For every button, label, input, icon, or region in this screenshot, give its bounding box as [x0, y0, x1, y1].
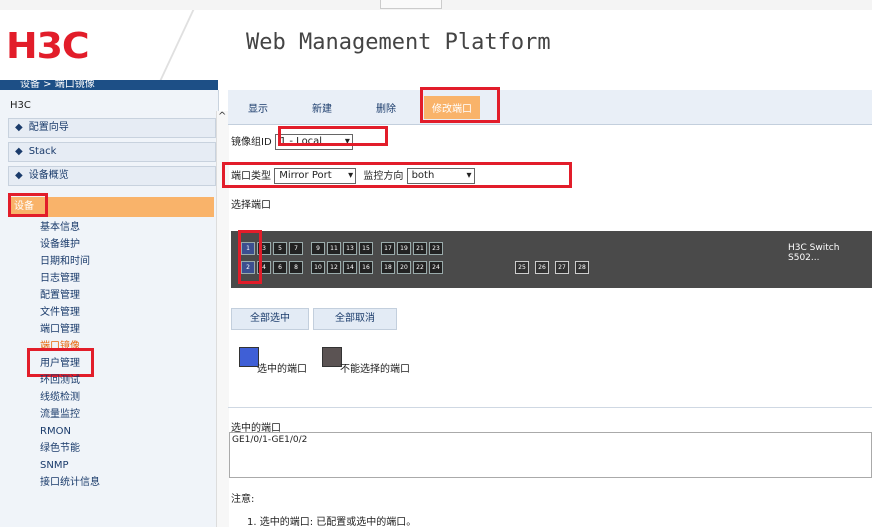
port-6[interactable]: 6 [273, 261, 287, 274]
port-24[interactable]: 24 [429, 261, 443, 274]
sidebar-item-log[interactable]: 日志管理 [40, 272, 80, 286]
mirror-group-label: 镜像组ID [231, 137, 272, 148]
sidebar-item-port[interactable]: 端口管理 [40, 323, 80, 337]
sidebar-category-overview[interactable]: ◆ 设备概览 [8, 166, 216, 186]
port-12[interactable]: 12 [327, 261, 341, 274]
sidebar-item-config[interactable]: 配置管理 [40, 289, 80, 303]
port-26[interactable]: 26 [535, 261, 549, 274]
section-divider [228, 407, 872, 408]
highlight-selected-ports [238, 230, 262, 284]
sidebar-root[interactable]: H3C [10, 100, 31, 111]
port-23[interactable]: 23 [429, 242, 443, 255]
legend-unavailable-label: 不能选择的端口 [340, 364, 410, 375]
port-28[interactable]: 28 [575, 261, 589, 274]
highlight-modify-port-tab [420, 87, 500, 123]
diamond-icon: ◆ [15, 170, 23, 181]
port-13[interactable]: 13 [343, 242, 357, 255]
highlight-device-category [8, 193, 48, 217]
legend-selected-swatch [239, 347, 259, 367]
top-strip-segment [380, 0, 442, 9]
tab-bar: 显示 新建 删除 修改端口 [228, 90, 872, 125]
port-11[interactable]: 11 [327, 242, 341, 255]
port-17[interactable]: 17 [381, 242, 395, 255]
sidebar-item-cable[interactable]: 线缆检测 [40, 391, 80, 405]
select-all-button[interactable]: 全部选中 [231, 308, 309, 330]
sidebar-item-basic-info[interactable]: 基本信息 [40, 221, 80, 235]
sidebar-item-device-maintenance[interactable]: 设备维护 [40, 238, 80, 252]
sidebar-item-traffic[interactable]: 流量监控 [40, 408, 80, 422]
port-8[interactable]: 8 [289, 261, 303, 274]
sidebar-item-date-time[interactable]: 日期和时间 [40, 255, 90, 269]
tab-delete[interactable]: 删除 [376, 100, 396, 115]
h3c-logo: H3C [6, 26, 90, 67]
highlight-port-type-row [222, 162, 572, 188]
port-14[interactable]: 14 [343, 261, 357, 274]
legend-unavailable-swatch [322, 347, 342, 367]
switch-panel: 1 3 5 7 9 11 13 15 17 19 21 23 2 4 6 8 10 12 14 16 18 20 22 24… [231, 231, 872, 288]
tab-new[interactable]: 新建 [312, 100, 332, 115]
sidebar-item-file[interactable]: 文件管理 [40, 306, 80, 320]
highlight-mirror-group [278, 126, 388, 146]
port-19[interactable]: 19 [397, 242, 411, 255]
selected-ports-field[interactable]: GE1/0/1-GE1/0/2 [229, 432, 872, 478]
deselect-all-button[interactable]: 全部取消 [313, 308, 397, 330]
sidebar-category-stack[interactable]: ◆ Stack [8, 142, 216, 162]
port-10[interactable]: 10 [311, 261, 325, 274]
port-20[interactable]: 20 [397, 261, 411, 274]
select-port-label: 选择端口 [231, 200, 271, 211]
port-21[interactable]: 21 [413, 242, 427, 255]
port-22[interactable]: 22 [413, 261, 427, 274]
sidebar-item-green[interactable]: 绿色节能 [40, 442, 80, 456]
port-15[interactable]: 15 [359, 242, 373, 255]
diamond-icon: ◆ [15, 146, 23, 157]
port-25[interactable]: 25 [515, 261, 529, 274]
sidebar-category-wizard[interactable]: ◆ 配置向导 [8, 118, 216, 138]
tab-display[interactable]: 显示 [248, 100, 268, 115]
port-18[interactable]: 18 [381, 261, 395, 274]
port-16[interactable]: 16 [359, 261, 373, 274]
switch-model-label: H3C Switch S502... [788, 243, 840, 263]
port-5[interactable]: 5 [273, 242, 287, 255]
platform-title: Web Management Platform [246, 30, 551, 55]
notes-item: 1. 选中的端口: 已配置或选中的端口。 [247, 517, 417, 528]
sidebar-item-user[interactable]: 用户管理 [40, 357, 80, 371]
legend-selected-label: 选中的端口 [257, 364, 307, 375]
port-7[interactable]: 7 [289, 242, 303, 255]
sidebar-item-interface-stats[interactable]: 接口统计信息 [40, 476, 100, 490]
header: H3C Web Management Platform [0, 10, 872, 80]
sidebar-item-snmp[interactable]: SNMP [40, 459, 69, 473]
port-27[interactable]: 27 [555, 261, 569, 274]
scroll-up-icon[interactable]: ^ [218, 111, 226, 122]
notes-title: 注意: [231, 494, 255, 505]
diamond-icon: ◆ [15, 122, 23, 133]
header-divider [159, 10, 195, 80]
port-9[interactable]: 9 [311, 242, 325, 255]
sidebar-item-loopback[interactable]: 环回测试 [40, 374, 80, 388]
sidebar-item-rmon[interactable]: RMON [40, 425, 71, 439]
